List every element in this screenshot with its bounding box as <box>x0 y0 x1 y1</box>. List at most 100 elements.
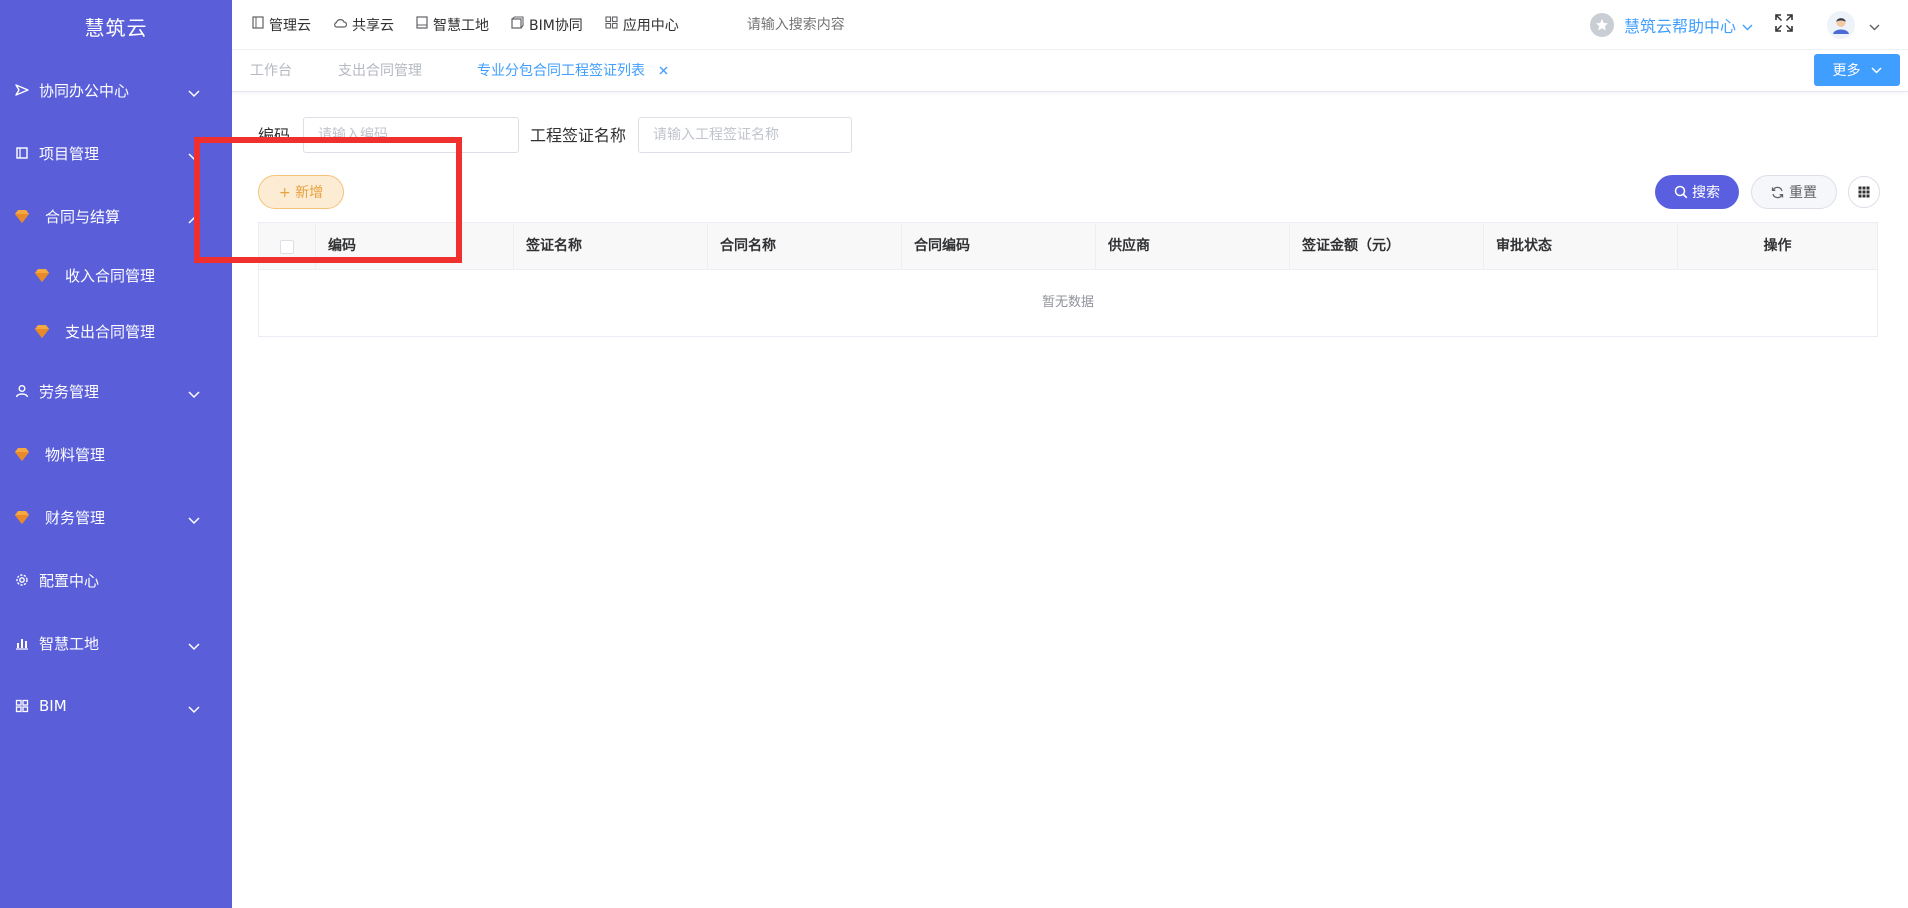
visa-name-filter-label: 工程签证名称 <box>530 126 627 145</box>
sidebar-item-finance-management[interactable]: 财务管理 <box>0 495 232 539</box>
top-right-tools: 慧筑云帮助中心 <box>1589 0 1908 50</box>
header-select-all <box>259 223 316 270</box>
sidebar-item-label: 合同与结算 <box>45 207 121 226</box>
close-icon[interactable] <box>659 50 668 92</box>
more-label: 更多 <box>1832 63 1861 79</box>
sidebar-item-config-center[interactable]: 配置中心 <box>0 558 232 602</box>
column-header-code: 编码 <box>316 223 514 270</box>
chevron-down-icon <box>1742 16 1753 35</box>
tab-subcontract-visa-list[interactable]: 专业分包合同工程签证列表 <box>477 50 668 92</box>
user-avatar-dropdown[interactable] <box>1827 11 1880 39</box>
code-input[interactable] <box>303 117 519 153</box>
sidebar-item-labor-management[interactable]: 劳务管理 <box>0 369 232 413</box>
apps-icon <box>605 16 623 33</box>
chevron-up-icon <box>188 210 200 228</box>
topnav-label: 管理云 <box>269 17 311 34</box>
table-empty-text: 暂无数据 <box>1041 295 1094 310</box>
topnav-label: BIM协同 <box>529 17 583 34</box>
table-header: 编码 签证名称 合同名称 合同编码 供应商 签证金额（元） 审批状态 操作 <box>259 223 1877 270</box>
topnav-label: 共享云 <box>352 17 394 34</box>
sidebar-item-label: 支出合同管理 <box>65 322 156 341</box>
select-all-checkbox[interactable] <box>280 239 294 254</box>
topnav-management-cloud[interactable]: 管理云 <box>252 15 311 35</box>
tab-label: 专业分包合同工程签证列表 <box>477 63 645 79</box>
column-header-contract-code: 合同编码 <box>902 223 1096 270</box>
global-search-input[interactable] <box>744 15 945 34</box>
help-center-label: 慧筑云帮助中心 <box>1623 17 1736 36</box>
visa-name-input[interactable] <box>638 117 852 153</box>
sidebar-item-expense-contracts[interactable]: 支出合同管理 <box>0 309 232 353</box>
column-header-visa-amount: 签证金额（元） <box>1290 223 1484 270</box>
column-header-visa-name: 签证名称 <box>514 223 708 270</box>
topnav-share-cloud[interactable]: 共享云 <box>333 15 394 35</box>
sidebar-item-income-contracts[interactable]: 收入合同管理 <box>0 253 232 297</box>
send-icon <box>14 82 30 98</box>
document-icon <box>252 16 269 33</box>
help-badge-icon <box>1589 13 1614 37</box>
fullscreen-icon <box>1775 14 1793 36</box>
top-bar: 管理云 共享云 智慧工地 BIM协同 应用中心 请输入搜索内容 慧筑云帮助中心 <box>232 0 1908 50</box>
sidebar-item-smart-site[interactable]: 智慧工地 <box>0 621 232 665</box>
column-header-supplier: 供应商 <box>1096 223 1290 270</box>
book-icon <box>416 16 433 33</box>
sidebar-item-label: 配置中心 <box>39 571 100 590</box>
sidebar-item-label: 项目管理 <box>39 144 100 163</box>
tab-label: 工作台 <box>250 63 292 79</box>
tab-workbench[interactable]: 工作台 <box>250 50 292 92</box>
reset-button-label: 重置 <box>1789 185 1817 201</box>
chevron-down-icon <box>188 511 200 529</box>
sidebar-item-collab-office[interactable]: 协同办公中心 <box>0 68 232 112</box>
topnav-label: 智慧工地 <box>433 17 489 34</box>
sidebar-item-contract-settlement[interactable]: 合同与结算 <box>0 194 232 238</box>
visa-table: 编码 签证名称 合同名称 合同编码 供应商 签证金额（元） 审批状态 操作 暂无… <box>258 222 1878 337</box>
user-icon <box>14 383 30 399</box>
bar-chart-icon <box>14 635 30 651</box>
avatar <box>1827 11 1855 39</box>
reset-button[interactable]: 重置 <box>1751 175 1837 209</box>
top-nav: 管理云 共享云 智慧工地 BIM协同 应用中心 <box>232 15 945 35</box>
gem-icon <box>34 323 50 339</box>
column-header-actions: 操作 <box>1763 238 1792 254</box>
gem-icon <box>14 509 30 525</box>
topnav-label: 应用中心 <box>622 17 679 34</box>
grid-icon <box>14 698 30 714</box>
book-icon <box>14 145 30 161</box>
more-button[interactable]: 更多 <box>1814 54 1900 86</box>
brand-logo: 慧筑云 <box>84 16 148 40</box>
tab-expense-contracts[interactable]: 支出合同管理 <box>338 50 422 92</box>
gem-icon <box>14 446 30 462</box>
topnav-app-center[interactable]: 应用中心 <box>605 15 679 35</box>
sidebar-item-bim[interactable]: BIM <box>0 684 232 728</box>
topnav-bim-collab[interactable]: BIM协同 <box>511 15 583 35</box>
search-button[interactable]: 搜索 <box>1655 175 1739 209</box>
grid-icon <box>1858 186 1870 198</box>
sidebar-item-label: 协同办公中心 <box>39 81 130 100</box>
topnav-smart-site[interactable]: 智慧工地 <box>416 15 489 35</box>
tabs-bar: 工作台 支出合同管理 专业分包合同工程签证列表 更多 <box>232 50 1908 92</box>
cloud-icon <box>333 17 352 33</box>
column-settings-button[interactable] <box>1848 176 1880 208</box>
sidebar-item-project-management[interactable]: 项目管理 <box>0 131 232 175</box>
sidebar-item-label: 智慧工地 <box>39 634 100 653</box>
chevron-down-icon <box>188 637 200 655</box>
fullscreen-button[interactable] <box>1775 14 1793 36</box>
sidebar-item-material-management[interactable]: 物料管理 <box>0 432 232 476</box>
add-button[interactable]: + 新增 <box>258 175 344 209</box>
chevron-down-icon <box>188 147 200 165</box>
gem-icon <box>14 208 30 224</box>
chevron-down-icon <box>188 700 200 718</box>
search-button-label: 搜索 <box>1692 185 1720 201</box>
sidebar: 慧筑云 协同办公中心 项目管理 合同与结算 收入合同管理 支出合同管理 劳务管理… <box>0 0 232 908</box>
help-center-dropdown[interactable]: 慧筑云帮助中心 <box>1589 13 1753 37</box>
sidebar-item-label: BIM <box>39 697 67 715</box>
sidebar-item-label: 劳务管理 <box>39 382 100 401</box>
sidebar-item-label: 收入合同管理 <box>65 266 156 285</box>
tab-label: 支出合同管理 <box>338 63 422 79</box>
search-icon <box>1674 185 1688 199</box>
refresh-icon <box>1771 186 1784 199</box>
chevron-down-icon <box>188 385 200 403</box>
add-button-label: + 新增 <box>278 185 324 201</box>
gem-icon <box>34 267 50 283</box>
chevron-down-icon <box>1869 16 1880 35</box>
code-filter-label: 编码 <box>258 126 291 145</box>
